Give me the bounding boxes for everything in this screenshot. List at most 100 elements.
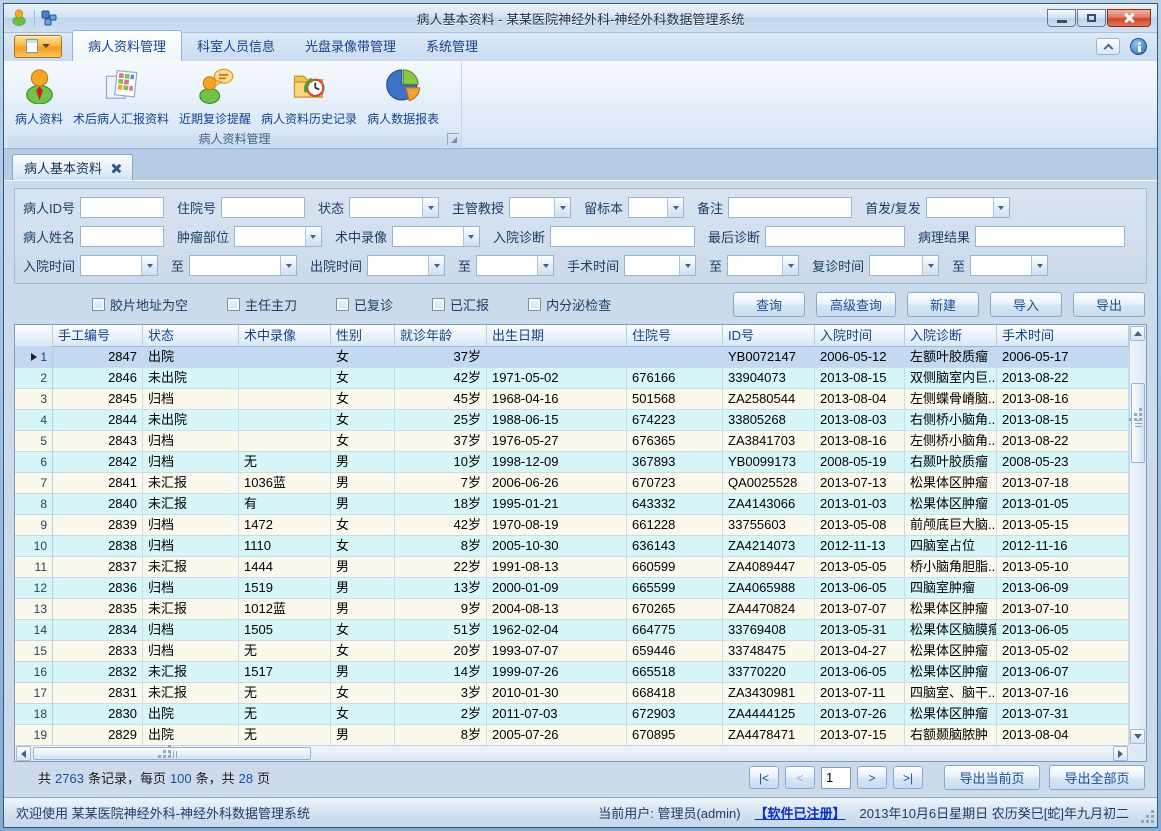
discharge-date-to-combo[interactable] xyxy=(476,255,554,276)
app-menu-button[interactable] xyxy=(14,35,62,58)
scroll-down-button[interactable] xyxy=(1130,729,1145,744)
column-header-intraop-video[interactable]: 术中录像 xyxy=(239,325,331,347)
combo-arrow-icon[interactable] xyxy=(782,256,798,275)
column-header-surgery-date[interactable]: 手术时间 xyxy=(997,325,1129,347)
revisit-reminder-button[interactable]: 近期复诊提醒 xyxy=(174,65,256,129)
scroll-left-button[interactable] xyxy=(16,746,31,761)
quick-access-icon[interactable] xyxy=(41,10,57,26)
horizontal-scrollbar[interactable] xyxy=(15,745,1129,761)
table-row[interactable]: 182830出院无女2岁2011-07-03672903ZA4444125201… xyxy=(15,704,1129,725)
create-button[interactable]: 新建 xyxy=(907,292,979,317)
import-button[interactable]: 导入 xyxy=(990,292,1062,317)
postop-report-button[interactable]: 术后病人汇报资料 xyxy=(68,65,174,129)
vertical-scrollbar[interactable] xyxy=(1129,325,1146,745)
patient-report-chart-button[interactable]: 病人数据报表 xyxy=(362,65,444,129)
export-current-page-button[interactable]: 导出当前页 xyxy=(944,765,1040,790)
combo-arrow-icon[interactable] xyxy=(141,256,157,275)
info-button[interactable] xyxy=(1130,38,1147,55)
table-row[interactable]: 82840未汇报有男18岁1995-01-21643332ZA414306620… xyxy=(15,494,1129,515)
tab-close-icon[interactable] xyxy=(111,163,121,173)
table-row[interactable]: 32845归档女45岁1968-04-16501568ZA25805442013… xyxy=(15,389,1129,410)
remarks-field[interactable] xyxy=(728,197,852,218)
collapse-ribbon-button[interactable] xyxy=(1096,38,1120,55)
admission-diagnosis-field[interactable] xyxy=(550,226,695,247)
combo-arrow-icon[interactable] xyxy=(1031,256,1047,275)
combo-arrow-icon[interactable] xyxy=(463,227,479,246)
surgery-date-from-combo[interactable] xyxy=(624,255,696,276)
scroll-right-button[interactable] xyxy=(1113,746,1128,761)
table-row[interactable]: 122836归档1519男13岁2000-01-09665599ZA406598… xyxy=(15,578,1129,599)
table-row[interactable]: 152833归档无女20岁1993-07-0765944633748475201… xyxy=(15,641,1129,662)
license-status-link[interactable]: 【软件已注册】 xyxy=(755,803,846,822)
table-row[interactable]: 162832未汇报1517男14岁1999-07-266655183377022… xyxy=(15,662,1129,683)
surgery-date-to-combo[interactable] xyxy=(727,255,799,276)
admission-date-from-combo[interactable] xyxy=(80,255,158,276)
film-address-empty-checkbox[interactable]: 胶片地址为空 xyxy=(92,295,188,314)
final-diagnosis-field[interactable] xyxy=(765,226,905,247)
table-row[interactable]: 142834归档1505女51岁1962-02-0466477533769408… xyxy=(15,620,1129,641)
table-row[interactable]: 192829出院无男8岁2005-07-26670895ZA4478471201… xyxy=(15,725,1129,745)
column-header-admission-no[interactable]: 住院号 xyxy=(627,325,723,347)
column-header-admission-diagnosis[interactable]: 入院诊断 xyxy=(905,325,997,347)
status-combo[interactable] xyxy=(349,197,439,218)
combo-arrow-icon[interactable] xyxy=(993,198,1009,217)
combo-arrow-icon[interactable] xyxy=(280,256,296,275)
table-row[interactable]: 102838归档1110女8岁2005-10-30636143ZA4214073… xyxy=(15,536,1129,557)
table-row[interactable]: 72841未汇报1036蓝男7岁2006-06-26670723QA002552… xyxy=(15,473,1129,494)
pathology-result-field[interactable] xyxy=(975,226,1125,247)
combo-arrow-icon[interactable] xyxy=(537,256,553,275)
specimen-kept-combo[interactable] xyxy=(628,197,684,218)
export-button[interactable]: 导出 xyxy=(1073,292,1145,317)
scroll-up-button[interactable] xyxy=(1130,326,1145,341)
table-row[interactable]: 92839归档1472女42岁1970-08-19661228337556032… xyxy=(15,515,1129,536)
minimize-button[interactable] xyxy=(1047,9,1076,27)
ribbon-tab-2[interactable]: 科室人员信息 xyxy=(182,31,290,61)
table-row[interactable]: 52843归档女37岁1976-05-27676365ZA38417032013… xyxy=(15,431,1129,452)
query-button[interactable]: 查询 xyxy=(733,292,805,317)
first-or-relapse-combo[interactable] xyxy=(926,197,1010,218)
table-row[interactable]: 112837未汇报1444男22岁1991-08-13660599ZA40894… xyxy=(15,557,1129,578)
maximize-button[interactable] xyxy=(1077,9,1106,27)
admission-no-field[interactable] xyxy=(221,197,305,218)
patient-id-field[interactable] xyxy=(80,197,164,218)
tumor-site-combo[interactable] xyxy=(234,226,322,247)
column-header-status[interactable]: 状态 xyxy=(143,325,239,347)
column-header-age-at-visit[interactable]: 就诊年龄 xyxy=(395,325,487,347)
table-row[interactable]: 42844未出院女25岁1988-06-15674223338052682013… xyxy=(15,410,1129,431)
column-header-id-no[interactable]: ID号 xyxy=(723,325,815,347)
column-header-gender[interactable]: 性别 xyxy=(331,325,395,347)
column-header-manual-no[interactable]: 手工编号 xyxy=(53,325,143,347)
patient-data-button[interactable]: 病人资料 xyxy=(10,65,68,129)
column-header-admission-date[interactable]: 入院时间 xyxy=(815,325,905,347)
admission-date-to-combo[interactable] xyxy=(189,255,297,276)
page-number-input[interactable] xyxy=(821,767,851,789)
patient-history-button[interactable]: 病人资料历史记录 xyxy=(256,65,362,129)
table-row[interactable]: 132835未汇报1012蓝男9岁2004-08-13670265ZA44708… xyxy=(15,599,1129,620)
first-page-button[interactable]: |< xyxy=(749,766,779,789)
table-row[interactable]: 22846未出院女42岁1971-05-02676166339040732013… xyxy=(15,368,1129,389)
intraop-video-combo[interactable] xyxy=(392,226,480,247)
export-all-pages-button[interactable]: 导出全部页 xyxy=(1049,765,1145,790)
next-page-button[interactable]: > xyxy=(857,766,887,789)
combo-arrow-icon[interactable] xyxy=(679,256,695,275)
revisit-date-from-combo[interactable] xyxy=(869,255,939,276)
resize-grip-icon[interactable] xyxy=(1142,811,1154,823)
column-header-birth-date[interactable]: 出生日期 xyxy=(487,325,627,347)
combo-arrow-icon[interactable] xyxy=(305,227,321,246)
combo-arrow-icon[interactable] xyxy=(422,198,438,217)
patient-name-field[interactable] xyxy=(80,226,164,247)
combo-arrow-icon[interactable] xyxy=(554,198,570,217)
chief-surgeon-checkbox[interactable]: 主任主刀 xyxy=(227,295,297,314)
revisit-date-to-combo[interactable] xyxy=(970,255,1048,276)
reported-checkbox[interactable]: 已汇报 xyxy=(432,295,489,314)
discharge-date-from-combo[interactable] xyxy=(367,255,445,276)
combo-arrow-icon[interactable] xyxy=(428,256,444,275)
endocrine-exam-checkbox[interactable]: 内分泌检查 xyxy=(528,295,611,314)
advanced-query-button[interactable]: 高级查询 xyxy=(816,292,896,317)
ribbon-tab-4[interactable]: 系统管理 xyxy=(411,31,493,61)
close-button[interactable] xyxy=(1107,9,1151,27)
horizontal-scrollbar-thumb[interactable] xyxy=(33,747,311,760)
combo-arrow-icon[interactable] xyxy=(667,198,683,217)
table-row[interactable]: 62842归档无男10岁1998-12-09367893YB0099173200… xyxy=(15,452,1129,473)
vertical-scrollbar-thumb[interactable] xyxy=(1131,383,1145,463)
